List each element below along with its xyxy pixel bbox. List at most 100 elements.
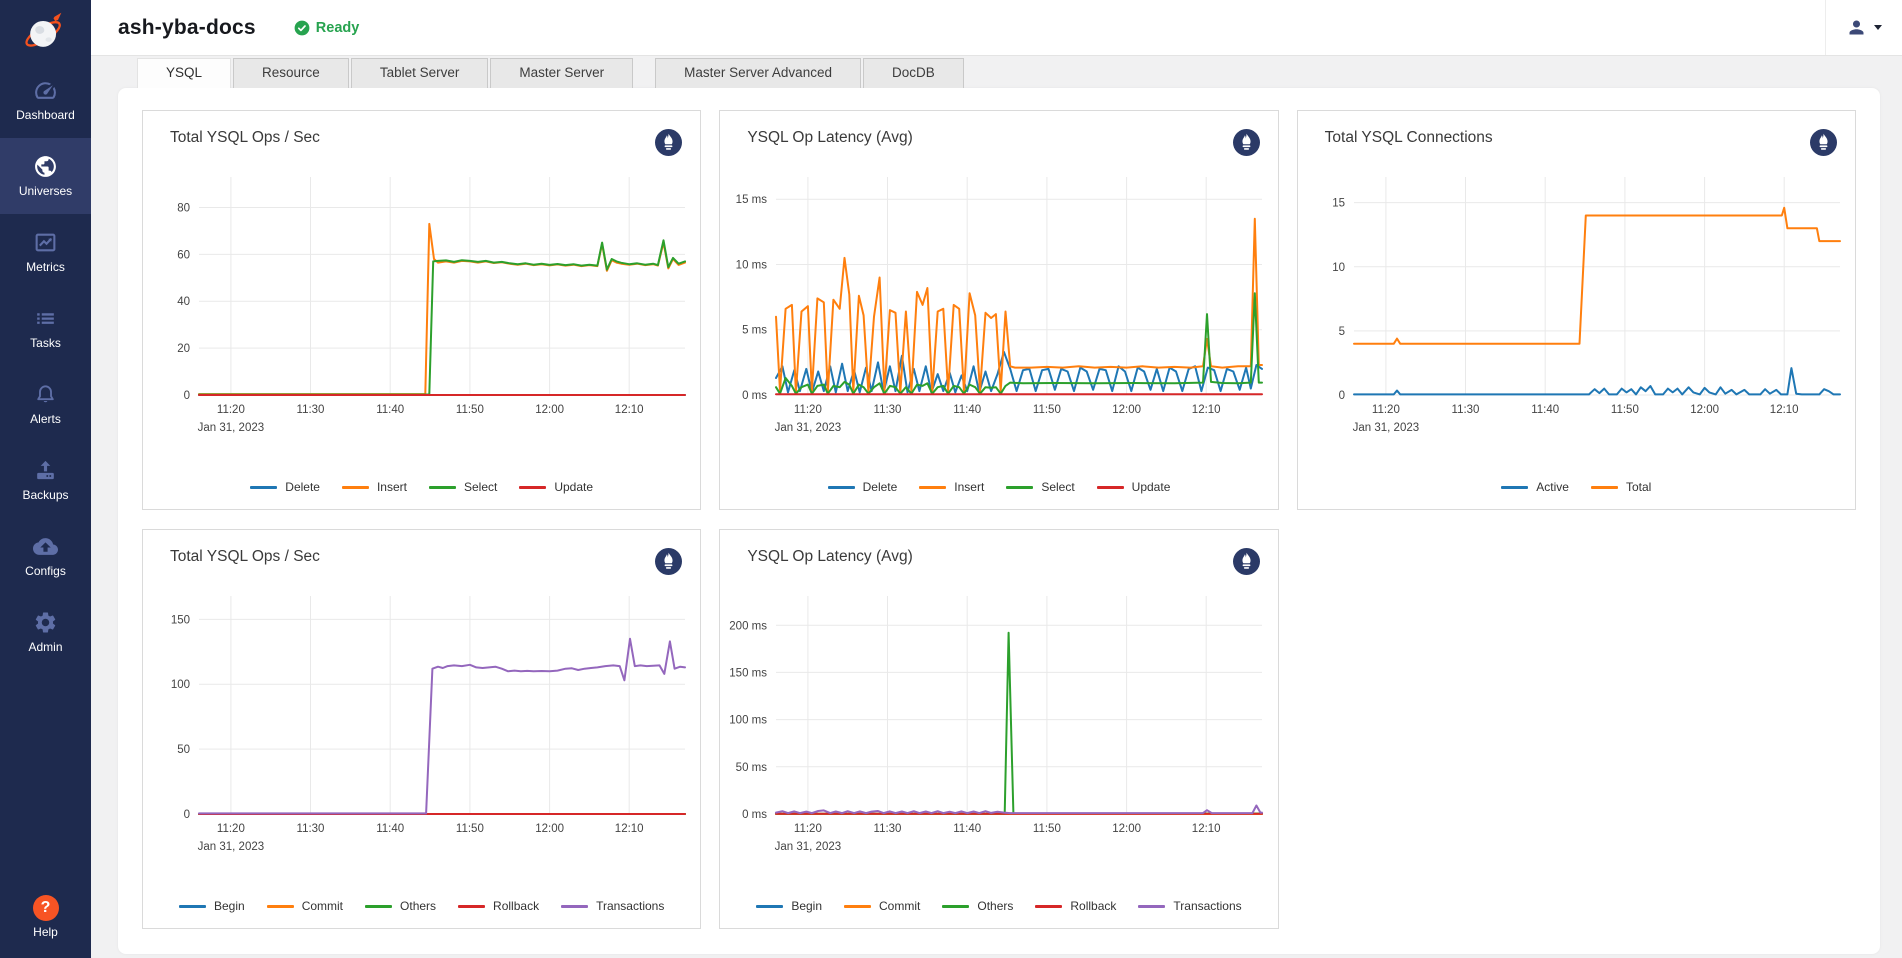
legend-label: Begin: [214, 899, 245, 913]
legend-swatch: [919, 486, 946, 489]
prometheus-icon[interactable]: [1233, 548, 1260, 575]
empty-grid-cell: [1297, 529, 1856, 929]
backup-upload-icon: [33, 458, 58, 483]
svg-text:11:20: 11:20: [217, 823, 245, 835]
status-text: Ready: [316, 20, 360, 36]
line-chart[interactable]: 11:2011:3011:4011:5012:0012:10Jan 31, 20…: [1300, 163, 1853, 451]
legend-item-select[interactable]: Select: [429, 480, 497, 494]
line-chart[interactable]: 11:2011:3011:4011:5012:0012:10Jan 31, 20…: [722, 163, 1275, 451]
legend-swatch: [519, 486, 546, 489]
legend-item-commit[interactable]: Commit: [844, 899, 920, 913]
svg-text:11:20: 11:20: [794, 823, 822, 835]
sidebar-label: Admin: [28, 640, 62, 654]
legend-item-transactions[interactable]: Transactions: [561, 899, 664, 913]
cloud-upload-icon: [33, 534, 58, 559]
prometheus-icon[interactable]: [1233, 129, 1260, 156]
sidebar-item-admin[interactable]: Admin: [0, 594, 91, 670]
chart-title: Total YSQL Ops / Sec: [170, 548, 320, 566]
legend-item-rollback[interactable]: Rollback: [458, 899, 539, 913]
legend-swatch: [828, 486, 855, 489]
line-chart[interactable]: 11:2011:3011:4011:5012:0012:10Jan 31, 20…: [722, 582, 1275, 870]
svg-text:Jan 31, 2023: Jan 31, 2023: [198, 422, 265, 434]
legend-item-rollback[interactable]: Rollback: [1035, 899, 1116, 913]
prometheus-icon[interactable]: [655, 129, 682, 156]
legend-item-update[interactable]: Update: [519, 480, 593, 494]
sidebar-item-metrics[interactable]: Metrics: [0, 214, 91, 290]
svg-text:15 ms: 15 ms: [736, 194, 768, 206]
legend-item-transactions[interactable]: Transactions: [1138, 899, 1241, 913]
svg-text:10: 10: [1332, 262, 1345, 274]
chart-ysql-op-latency: YSQL Op Latency (Avg) 11:2011:3011:4011:…: [719, 110, 1278, 510]
legend-swatch: [267, 905, 294, 908]
sidebar-label: Backups: [22, 488, 68, 502]
legend-label: Commit: [879, 899, 920, 913]
bell-icon: [33, 382, 58, 407]
legend-item-others[interactable]: Others: [365, 899, 436, 913]
chart-total-ysql-ops: Total YSQL Ops / Sec 11:2011:3011:4011:5…: [142, 110, 701, 510]
sidebar-item-alerts[interactable]: Alerts: [0, 366, 91, 442]
legend-label: Transactions: [596, 899, 664, 913]
legend-swatch: [1035, 905, 1062, 908]
sidebar-item-tasks[interactable]: Tasks: [0, 290, 91, 366]
sidebar-label: Dashboard: [16, 108, 75, 122]
svg-text:12:10: 12:10: [615, 823, 644, 835]
yugabyte-logo[interactable]: [0, 0, 91, 62]
tab-tablet-server[interactable]: Tablet Server: [351, 58, 489, 88]
status-badge: Ready: [294, 20, 360, 36]
legend-item-begin[interactable]: Begin: [179, 899, 245, 913]
metrics-panel: Total YSQL Ops / Sec 11:2011:3011:4011:5…: [118, 88, 1880, 954]
chart-title: Total YSQL Connections: [1325, 129, 1493, 147]
legend-item-begin[interactable]: Begin: [756, 899, 822, 913]
legend-item-commit[interactable]: Commit: [267, 899, 343, 913]
legend-swatch: [1501, 486, 1528, 489]
chart-title: Total YSQL Ops / Sec: [170, 129, 320, 147]
svg-text:0: 0: [1338, 390, 1344, 402]
sidebar-item-dashboard[interactable]: Dashboard: [0, 62, 91, 138]
svg-text:Jan 31, 2023: Jan 31, 2023: [198, 841, 265, 853]
legend-item-delete[interactable]: Delete: [828, 480, 898, 494]
legend-swatch: [561, 905, 588, 908]
tab-master-server[interactable]: Master Server: [490, 58, 633, 88]
prometheus-icon[interactable]: [655, 548, 682, 575]
legend-item-active[interactable]: Active: [1501, 480, 1569, 494]
svg-text:100 ms: 100 ms: [730, 715, 768, 727]
sidebar-item-help[interactable]: ? Help: [0, 884, 91, 950]
line-chart[interactable]: 11:2011:3011:4011:5012:0012:10Jan 31, 20…: [145, 163, 698, 451]
line-chart[interactable]: 11:2011:3011:4011:5012:0012:10Jan 31, 20…: [145, 582, 698, 870]
legend-swatch: [1591, 486, 1618, 489]
tab-master-server-advanced[interactable]: Master Server Advanced: [655, 58, 861, 88]
tab-resource[interactable]: Resource: [233, 58, 349, 88]
legend-item-select[interactable]: Select: [1006, 480, 1074, 494]
svg-text:150: 150: [171, 614, 190, 626]
svg-text:11:20: 11:20: [794, 404, 822, 416]
dashboard-gauge-icon: [33, 78, 58, 103]
sidebar-item-configs[interactable]: Configs: [0, 518, 91, 594]
legend-item-total[interactable]: Total: [1591, 480, 1651, 494]
svg-text:11:30: 11:30: [1451, 404, 1479, 416]
legend-item-insert[interactable]: Insert: [919, 480, 984, 494]
universe-title: ash-yba-docs: [118, 16, 256, 40]
chart-title: YSQL Op Latency (Avg): [747, 548, 912, 566]
legend-label: Total: [1626, 480, 1651, 494]
svg-text:11:30: 11:30: [874, 404, 902, 416]
legend-label: Begin: [791, 899, 822, 913]
sidebar-label: Tasks: [30, 336, 61, 350]
legend-label: Others: [400, 899, 436, 913]
tab-ysql[interactable]: YSQL: [137, 58, 231, 88]
legend-item-others[interactable]: Others: [942, 899, 1013, 913]
legend-item-update[interactable]: Update: [1097, 480, 1171, 494]
chart-legend: Delete Insert Select Update: [720, 480, 1277, 494]
user-menu[interactable]: [1825, 0, 1902, 55]
svg-text:11:50: 11:50: [1033, 404, 1061, 416]
sidebar-item-universes[interactable]: Universes: [0, 138, 91, 214]
legend-item-insert[interactable]: Insert: [342, 480, 407, 494]
sidebar-item-backups[interactable]: Backups: [0, 442, 91, 518]
svg-text:60: 60: [177, 249, 190, 261]
prometheus-icon[interactable]: [1810, 129, 1837, 156]
svg-text:11:30: 11:30: [297, 404, 325, 416]
tab-docdb[interactable]: DocDB: [863, 58, 964, 88]
legend-label: Select: [1041, 480, 1074, 494]
legend-label: Delete: [285, 480, 320, 494]
legend-item-delete[interactable]: Delete: [250, 480, 320, 494]
svg-text:11:30: 11:30: [297, 823, 325, 835]
